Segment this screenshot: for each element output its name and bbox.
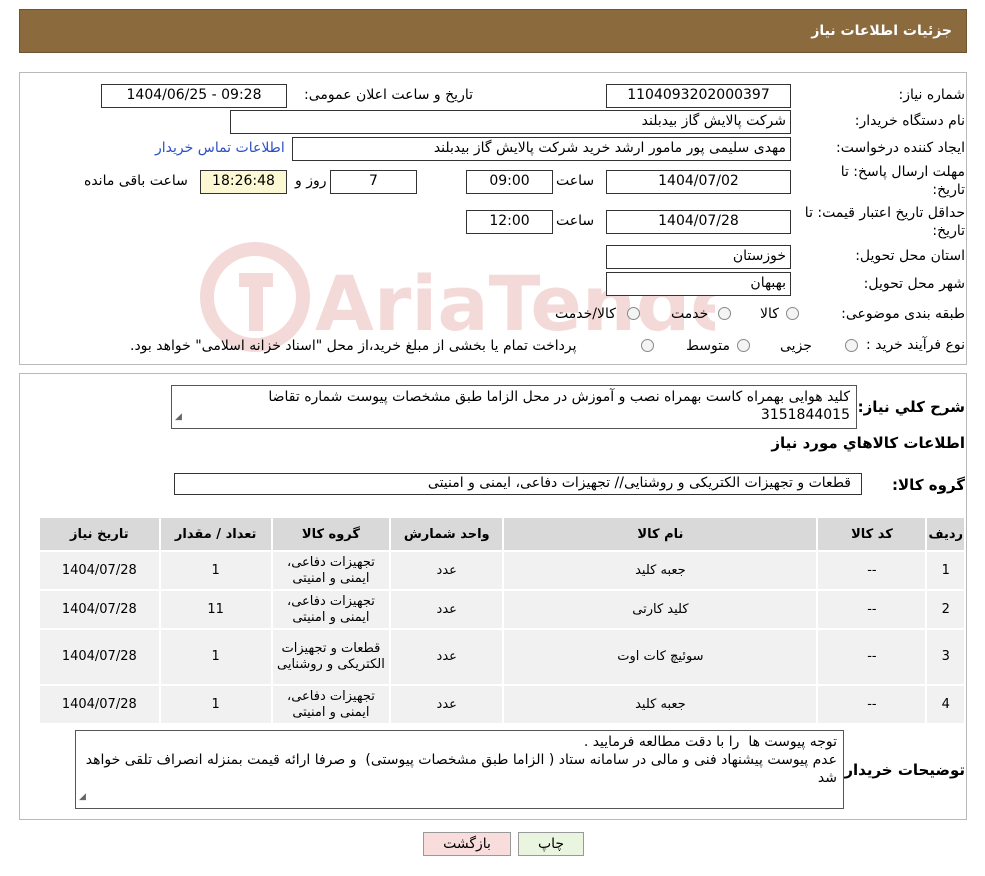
table-row: 4 -- جعبه کلید عدد تجهیزات دفاعی، ایمنی … [40,686,964,723]
validity-time-label: ساعت [556,213,595,229]
buyer-contact-link[interactable]: اطلاعات تماس خریدار [155,140,285,156]
process-radio-treasury[interactable] [641,339,654,352]
table-row: 2 -- کلید کارتی عدد تجهیزات دفاعی، ایمنی… [40,591,964,628]
cell-name: سوئیچ کات اوت [504,630,817,684]
cell-name: جعبه کلید [504,552,817,589]
table-row: 1 -- جعبه کلید عدد تجهیزات دفاعی، ایمنی … [40,552,964,589]
need-number-label: شماره نیاز: [898,87,966,103]
goods-info-title: اطلاعات کالاهاي مورد نياز [771,434,965,452]
days-label: روز و [295,173,327,189]
page-title: جزئیات اطلاعات نیاز [811,23,952,39]
province-label: استان محل تحویل: [855,248,965,264]
validity-label-date: تاریخ: [932,223,965,239]
cell-qty: 1 [160,630,271,684]
print-button[interactable]: چاپ [518,832,584,856]
cell-unit: عدد [391,591,503,628]
cell-unit: عدد [391,686,503,723]
cell-unit: عدد [391,630,503,684]
deadline-label-date: تاریخ: [932,182,965,198]
announce-field: 1404/06/25 - 09:28 [101,84,287,108]
summary-text: کلید هوایی بهمراه کاست بهمراه نصب و آموز… [268,389,850,423]
city-label: شهر محل تحویل: [863,276,965,292]
cell-code: -- [818,591,926,628]
cell-date: 1404/07/28 [40,686,159,723]
deadline-time-label: ساعت [556,173,595,189]
page-header: جزئیات اطلاعات نیاز [19,9,967,53]
validity-time-field: 12:00 [466,210,553,234]
cell-index: 2 [927,591,964,628]
summary-textarea[interactable]: کلید هوایی بهمراه کاست بهمراه نصب و آموز… [171,385,857,429]
process-radio-medium[interactable] [737,339,750,352]
col-header-name: نام کالا [504,518,817,550]
cell-date: 1404/07/28 [40,552,159,589]
cell-date: 1404/07/28 [40,591,159,628]
category-option-goods-service: کالا/خدمت [555,306,616,322]
requester-field: مهدی سلیمی پور مامور ارشد خرید شرکت پالا… [292,137,791,161]
resize-grip-icon: ◢ [175,412,182,422]
process-option-small: جزیی [780,338,812,354]
buyer-org-label: نام دستگاه خریدار: [854,113,965,129]
announce-label: تاریخ و ساعت اعلان عمومی: [304,87,473,103]
category-radio-service[interactable] [718,307,731,320]
cell-unit: عدد [391,552,503,589]
table-row: 3 -- سوئیچ کات اوت عدد قطعات و تجهیزات ا… [40,630,964,684]
category-option-service: خدمت [671,306,709,322]
category-radio-goods-service[interactable] [627,307,640,320]
category-radio-goods[interactable] [786,307,799,320]
cell-index: 1 [927,552,964,589]
cell-code: -- [818,686,926,723]
cell-qty: 1 [160,686,271,723]
process-radio-small[interactable] [845,339,858,352]
cell-name: جعبه کلید [504,686,817,723]
city-field: بهبهان [606,272,791,296]
cell-group: تجهیزات دفاعی، ایمنی و امنیتی [272,552,390,589]
need-number-field: 1104093202000397 [606,84,791,108]
cell-code: -- [818,552,926,589]
cell-code: -- [818,630,926,684]
buyer-notes-label: توضیحات خریدار: [838,761,965,779]
resize-grip-icon: ◢ [79,792,86,802]
deadline-label: مهلت ارسال پاسخ: تا [840,164,965,180]
cell-group: تجهیزات دفاعی، ایمنی و امنیتی [272,686,390,723]
days-field: 7 [330,170,417,194]
cell-group: قطعات و تجهیزات الکتریکی و روشنایی [272,630,390,684]
category-option-goods: کالا [760,306,779,322]
remaining-time-field: 18:26:48 [200,170,287,194]
buyer-notes-textarea[interactable]: توجه پیوست ها را با دقت مطالعه فرمایید .… [75,730,844,809]
goods-table: ردیف کد کالا نام کالا واحد شمارش گروه کا… [38,516,966,725]
col-header-code: کد کالا [818,518,926,550]
buyer-notes-text: توجه پیوست ها را با دقت مطالعه فرمایید .… [85,734,837,786]
validity-label: حداقل تاریخ اعتبار قیمت: تا [804,205,965,221]
category-label: طبقه بندی موضوعی: [841,306,965,322]
col-header-index: ردیف [927,518,964,550]
process-label: نوع فرآیند خرید : [866,337,965,353]
cell-group: تجهیزات دفاعی، ایمنی و امنیتی [272,591,390,628]
col-header-qty: تعداد / مقدار [160,518,271,550]
table-header-row: ردیف کد کالا نام کالا واحد شمارش گروه کا… [40,518,964,550]
cell-qty: 11 [160,591,271,628]
buyer-org-field: شرکت پالایش گاز بیدبلند [230,110,791,134]
validity-date-field: 1404/07/28 [606,210,791,234]
col-header-date: تاریخ نیاز [40,518,159,550]
cell-index: 3 [927,630,964,684]
goods-group-label: گروه کالا: [892,476,965,494]
goods-group-field: قطعات و تجهیزات الکتریکی و روشنایی// تجه… [174,473,862,495]
col-header-group: گروه کالا [272,518,390,550]
back-button[interactable]: بازگشت [423,832,511,856]
process-option-medium: متوسط [686,338,730,354]
deadline-time-field: 09:00 [466,170,553,194]
deadline-date-field: 1404/07/02 [606,170,791,194]
col-header-unit: واحد شمارش [391,518,503,550]
cell-qty: 1 [160,552,271,589]
province-field: خوزستان [606,245,791,269]
cell-name: کلید کارتی [504,591,817,628]
cell-index: 4 [927,686,964,723]
cell-date: 1404/07/28 [40,630,159,684]
requester-label: ایجاد کننده درخواست: [836,140,965,156]
process-note: پرداخت تمام یا بخشی از مبلغ خرید،از محل … [130,338,577,354]
remaining-label: ساعت باقی مانده [84,173,188,189]
summary-label: شرح کلي نياز: [857,398,965,416]
